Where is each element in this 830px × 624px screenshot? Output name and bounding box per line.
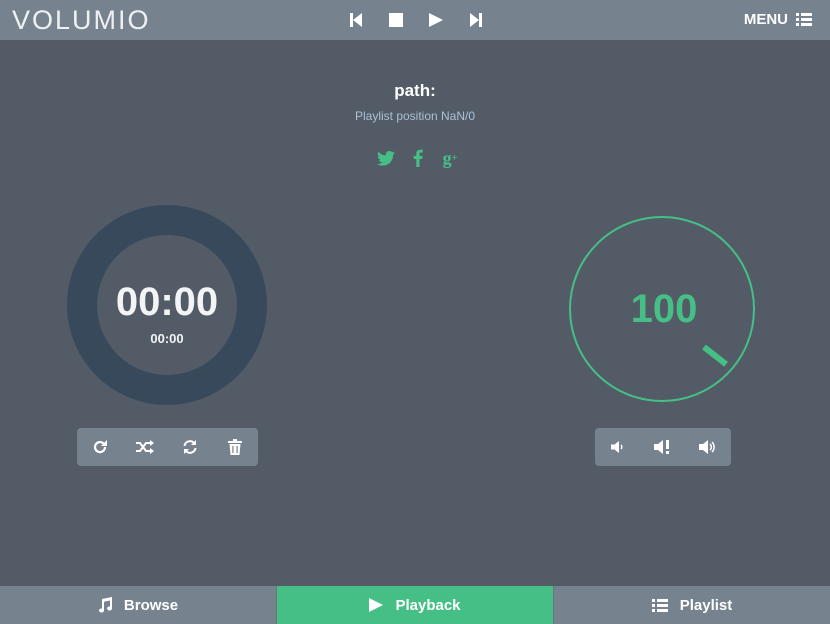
twitter-button[interactable] xyxy=(376,148,396,168)
tab-browse-label: Browse xyxy=(123,596,179,614)
volumio-logo[interactable]: VOLUMIO xyxy=(12,5,151,36)
google-plus-icon: g + xyxy=(442,147,458,168)
volume-down-button[interactable] xyxy=(606,435,630,459)
mute-icon xyxy=(653,440,669,454)
volume-down-icon xyxy=(610,441,623,453)
skip-previous-icon xyxy=(350,13,362,27)
menu-button[interactable]: MENU xyxy=(744,11,812,28)
clear-button[interactable] xyxy=(223,435,247,459)
volume-up-button[interactable] xyxy=(696,435,720,459)
previous-button[interactable] xyxy=(346,10,366,30)
menu-label: MENU xyxy=(743,11,788,28)
consume-icon xyxy=(183,440,197,454)
facebook-icon xyxy=(413,149,423,167)
volume-up-icon xyxy=(699,440,716,454)
social-share: g + xyxy=(376,148,460,168)
twitter-icon xyxy=(377,150,395,166)
play-button[interactable] xyxy=(426,10,446,30)
consume-button[interactable] xyxy=(178,435,202,459)
playlist-position: Playlist position NaN/0 xyxy=(354,109,476,123)
tab-browse[interactable]: Browse xyxy=(0,586,276,624)
top-bar: VOLUMIO MENU xyxy=(0,0,830,40)
transport-controls xyxy=(346,10,486,30)
skip-next-icon xyxy=(470,13,482,27)
volume-value: 100 xyxy=(630,287,698,331)
list-icon xyxy=(651,598,668,612)
volume-controls xyxy=(595,428,731,466)
trash-icon xyxy=(228,439,243,455)
total-time: 00:00 xyxy=(150,331,184,346)
music-note-icon xyxy=(98,597,112,613)
bottom-tab-bar: Browse Playback Playlist xyxy=(0,586,830,624)
stop-icon xyxy=(389,13,403,27)
repeat-button[interactable] xyxy=(88,435,112,459)
tab-playlist[interactable]: Playlist xyxy=(553,586,830,624)
google-plus-button[interactable]: g + xyxy=(440,148,460,168)
track-title: path: xyxy=(394,81,436,100)
next-button[interactable] xyxy=(466,10,486,30)
list-icon xyxy=(796,13,812,26)
stop-button[interactable] xyxy=(386,10,406,30)
tab-playback[interactable]: Playback xyxy=(276,586,553,624)
shuffle-button[interactable] xyxy=(133,435,157,459)
play-icon xyxy=(369,598,384,612)
playback-options xyxy=(77,428,258,466)
shuffle-icon xyxy=(135,440,154,454)
repeat-icon xyxy=(93,440,107,454)
tab-playlist-label: Playlist xyxy=(679,596,733,614)
elapsed-time: 00:00 xyxy=(115,280,219,324)
facebook-button[interactable] xyxy=(408,148,428,168)
play-icon xyxy=(429,13,443,27)
tab-playback-label: Playback xyxy=(395,596,461,614)
mute-button[interactable] xyxy=(651,435,675,459)
logo-text: VOLUMIO xyxy=(12,5,151,35)
